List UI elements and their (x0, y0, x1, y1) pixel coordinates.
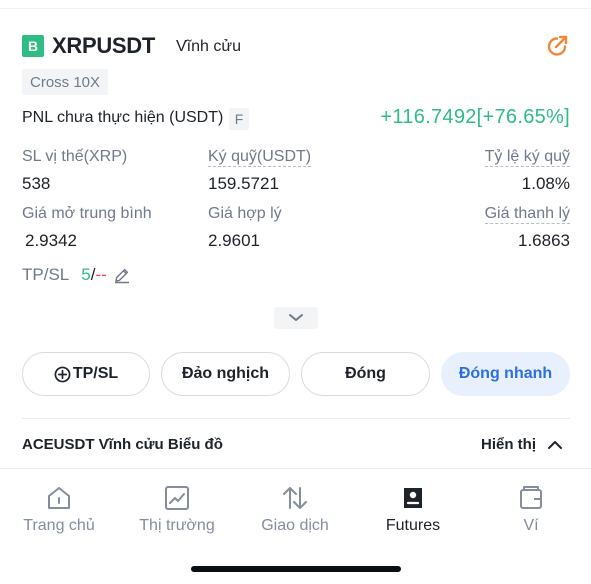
pnl-row: PNL chưa thực hiện (USDT) F +116.7492[+7… (22, 106, 570, 132)
stat-value: 1.08% (521, 174, 570, 193)
pnl-value: +116.7492[+76.65%] (380, 106, 570, 128)
stat-entry-price: Giá mở trung bình 2.9342 (22, 205, 152, 251)
nav-label: Futures (385, 517, 441, 534)
nav-item-wallet[interactable]: Ví (472, 476, 590, 542)
plus-circle-icon (54, 366, 71, 382)
stat-label[interactable]: Giá thanh lý (484, 205, 570, 224)
stat-value: 1.6863 (518, 231, 570, 250)
top-divider (0, 8, 591, 9)
trade-arrows-icon (283, 487, 307, 509)
nav-item-home[interactable]: Trang chủ (0, 476, 118, 542)
margin-mode-tag: Cross 10X (22, 69, 109, 95)
market-chart-icon (165, 486, 189, 510)
stat-label: Giá mở trung bình (22, 205, 152, 222)
stat-label: Giá hợp lý (208, 205, 282, 222)
nav-item-trade[interactable]: Giao dịch (236, 476, 354, 542)
nav-label: Ví (523, 517, 539, 534)
pnl-tag[interactable]: F (229, 108, 249, 130)
quick-close-button[interactable]: Đóng nhanh (441, 352, 570, 396)
symbol-title: XRPUSDT (52, 33, 156, 58)
home-icon (48, 487, 70, 509)
nav-divider (0, 468, 591, 469)
stat-margin-ratio: Tỷ lệ ký quỹ 1.08% (484, 148, 570, 194)
close-button[interactable]: Đóng (301, 352, 430, 396)
chevron-down-icon (289, 314, 303, 321)
pnl-label: PNL chưa thực hiện (USDT) (22, 109, 224, 126)
contract-type: Vĩnh cửu (176, 38, 241, 55)
stat-liq-price: Giá thanh lý 1.6863 (484, 205, 570, 251)
stat-position-size: SL vị thế(XRP) 538 (22, 148, 127, 194)
tp-count: 5 (81, 265, 91, 284)
stat-mark-price: Giá hợp lý 2.9601 (208, 205, 282, 251)
wallet-icon (520, 486, 542, 509)
stat-label[interactable]: Tỷ lệ ký quỹ (484, 148, 570, 167)
chart-section-row: ACEUSDT Vĩnh cửu Biểu đồ Hiển thị (22, 433, 570, 457)
nav-label: Giao dịch (261, 517, 329, 534)
stat-margin: Ký quỹ(USDT) 159.5721 (208, 148, 312, 194)
reverse-button[interactable]: Đảo nghịch (161, 352, 290, 396)
nav-item-futures[interactable]: Futures (354, 476, 472, 542)
bottom-nav: Trang chủ Thị trường Giao dịch Futures V… (0, 476, 591, 546)
tpsl-button-label: TP/SL (72, 365, 119, 382)
home-indicator (191, 566, 401, 572)
section-divider (22, 418, 570, 419)
chart-section-label: ACEUSDT Vĩnh cửu Biểu đồ (22, 436, 223, 453)
share-icon[interactable] (544, 33, 570, 59)
tpsl-row: TP/SL 5 / -- (22, 264, 131, 286)
expand-button[interactable] (274, 307, 318, 329)
stat-value: 159.5721 (208, 174, 279, 193)
stat-label: SL vị thế(XRP) (22, 148, 128, 165)
stat-label[interactable]: Ký quỹ(USDT) (208, 148, 312, 167)
nav-label: Trang chủ (23, 517, 95, 534)
stat-value: 538 (22, 174, 51, 193)
stat-value: 2.9342 (25, 231, 77, 250)
nav-label: Thị trường (139, 517, 215, 534)
tpsl-label: TP/SL (22, 265, 70, 284)
position-header: B XRPUSDT Vĩnh cửu (22, 33, 570, 59)
stat-value: 2.9601 (208, 231, 260, 250)
tpsl-button[interactable]: TP/SL (22, 352, 150, 396)
futures-icon (404, 488, 422, 508)
nav-item-markets[interactable]: Thị trường (118, 476, 236, 542)
show-toggle[interactable]: Hiển thị (481, 436, 536, 453)
chevron-up-icon[interactable] (546, 436, 564, 454)
edit-pencil-icon[interactable] (113, 266, 131, 284)
sl-count: -- (95, 265, 107, 284)
side-badge: B (22, 35, 44, 57)
